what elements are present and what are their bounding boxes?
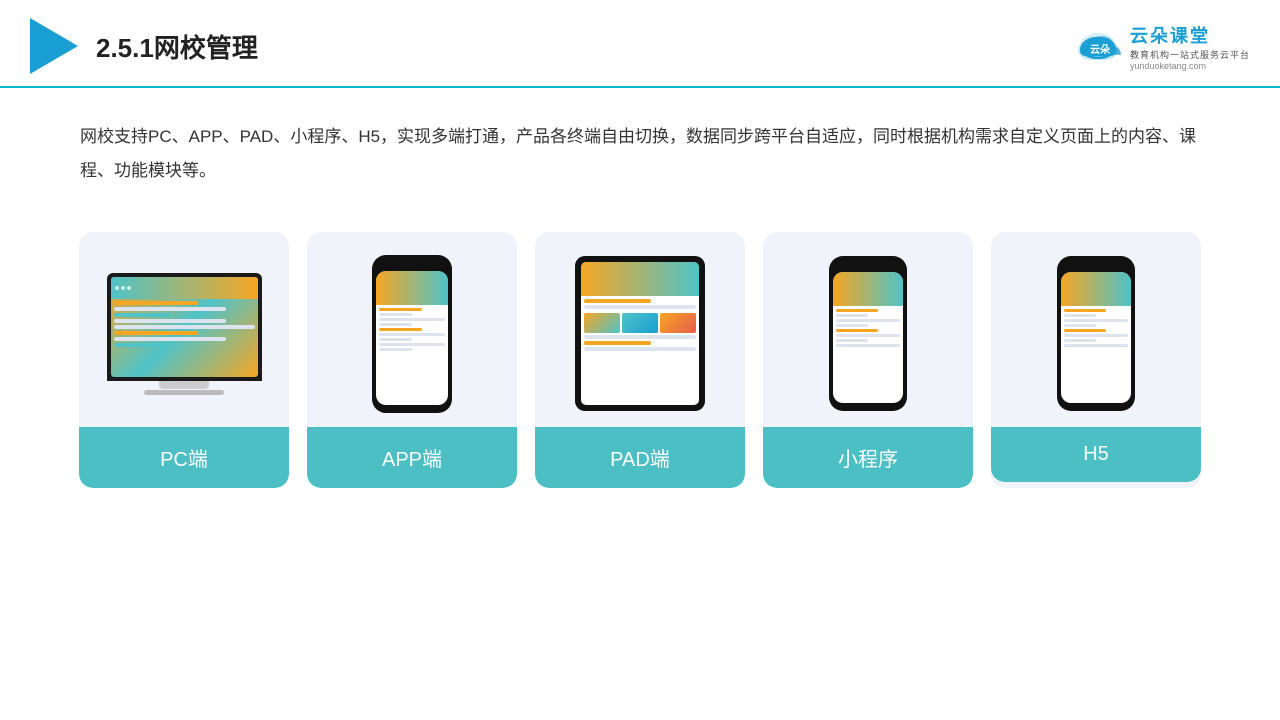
- h5-phone-mockup: [1057, 256, 1135, 411]
- header: 2.5.1网校管理 云朵 云朵课堂 教育机构一站式服务云平: [0, 0, 1280, 88]
- card-h5-image: [991, 232, 1201, 427]
- card-pc-image: [79, 232, 289, 427]
- cards-container: PC端: [0, 208, 1280, 508]
- brand-url: yunduoketang.com: [1130, 61, 1206, 71]
- pc-mockup: [107, 273, 262, 395]
- mini-notch: [857, 260, 879, 265]
- tablet-mockup: [575, 256, 705, 411]
- brand-text: 云朵课堂 教育机构一站式服务云平台 yunduoketang.com: [1130, 22, 1250, 71]
- tablet-screen: [581, 262, 699, 405]
- app-phone-mockup: [372, 255, 452, 413]
- svg-text:云朵: 云朵: [1090, 44, 1110, 56]
- card-app: APP端: [307, 232, 517, 488]
- brand-logo: 云朵 云朵课堂 教育机构一站式服务云平台 yunduoketang.com: [1072, 22, 1250, 71]
- phone-notch: [401, 259, 423, 264]
- mini-phone-mockup: [829, 256, 907, 411]
- card-pad-label: PAD端: [535, 427, 745, 488]
- card-mini-image: [763, 232, 973, 427]
- card-pc: PC端: [79, 232, 289, 488]
- mini-phone-screen: [833, 272, 903, 403]
- logo-triangle-icon: [30, 18, 78, 74]
- card-app-image: [307, 232, 517, 427]
- description-text: 网校支持PC、APP、PAD、小程序、H5，实现多端打通，产品各终端自由切换，数…: [0, 88, 1280, 198]
- card-pc-label: PC端: [79, 427, 289, 488]
- header-right: 云朵 云朵课堂 教育机构一站式服务云平台 yunduoketang.com: [1072, 22, 1250, 71]
- card-h5-label: H5: [991, 427, 1201, 482]
- card-mini-label: 小程序: [763, 427, 973, 488]
- h5-notch: [1085, 260, 1107, 265]
- page-title: 2.5.1网校管理: [96, 28, 258, 65]
- app-phone-screen: [376, 271, 448, 405]
- card-mini: 小程序: [763, 232, 973, 488]
- brand-name: 云朵课堂: [1130, 22, 1210, 48]
- header-left: 2.5.1网校管理: [30, 18, 258, 74]
- h5-phone-screen: [1061, 272, 1131, 403]
- card-h5: H5: [991, 232, 1201, 488]
- brand-subtitle: 教育机构一站式服务云平台: [1130, 48, 1250, 61]
- cloud-icon: 云朵: [1072, 28, 1124, 64]
- card-pad-image: [535, 232, 745, 427]
- card-pad: PAD端: [535, 232, 745, 488]
- card-app-label: APP端: [307, 427, 517, 488]
